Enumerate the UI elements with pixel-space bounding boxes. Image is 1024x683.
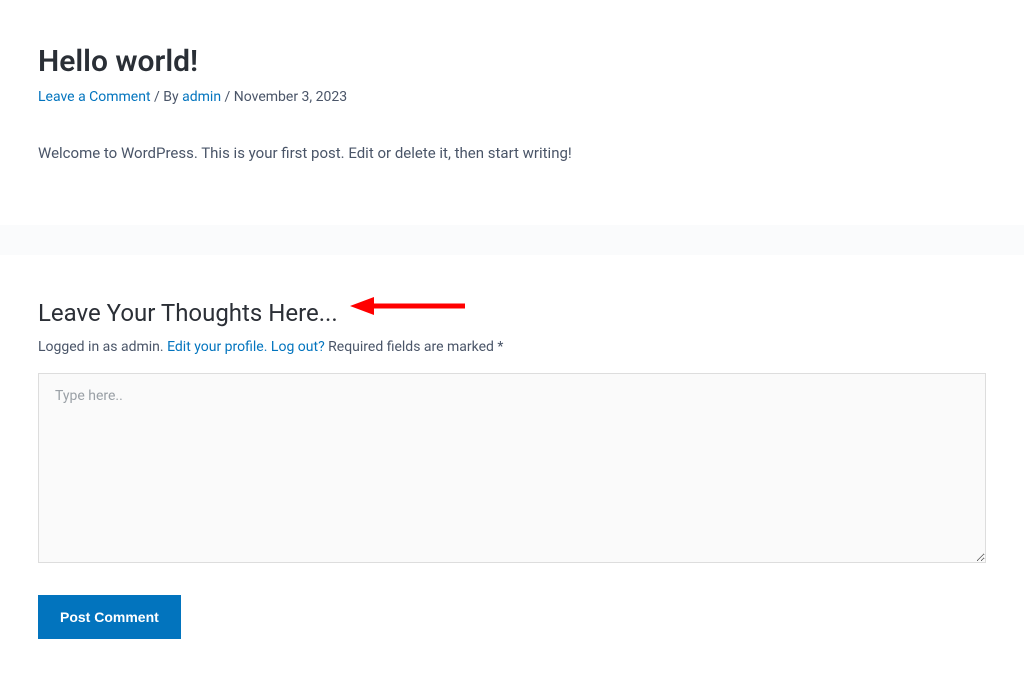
logged-in-text: Logged in as admin.: [38, 339, 164, 355]
comment-form-heading: Leave Your Thoughts Here...: [38, 299, 986, 327]
comment-textarea[interactable]: [38, 373, 986, 563]
edit-profile-link[interactable]: Edit your profile.: [167, 339, 267, 355]
meta-separator-2: /: [225, 89, 234, 105]
comment-form-section: Leave Your Thoughts Here... Logged in as…: [0, 255, 1024, 683]
post-meta: Leave a Comment / By admin / November 3,…: [38, 89, 986, 105]
by-label: By: [163, 89, 178, 105]
post-article: Hello world! Leave a Comment / By admin …: [0, 0, 1024, 225]
post-title: Hello world!: [38, 44, 986, 79]
author-link[interactable]: admin: [182, 89, 221, 105]
logged-in-notice: Logged in as admin. Edit your profile. L…: [38, 339, 986, 355]
post-body: Welcome to WordPress. This is your first…: [38, 141, 986, 165]
required-fields-note: Required fields are marked *: [328, 339, 503, 355]
leave-comment-link[interactable]: Leave a Comment: [38, 89, 151, 105]
logout-link[interactable]: Log out?: [271, 339, 325, 355]
meta-separator-1: /: [154, 89, 163, 105]
post-comment-button[interactable]: Post Comment: [38, 595, 181, 639]
post-date: November 3, 2023: [234, 89, 347, 105]
